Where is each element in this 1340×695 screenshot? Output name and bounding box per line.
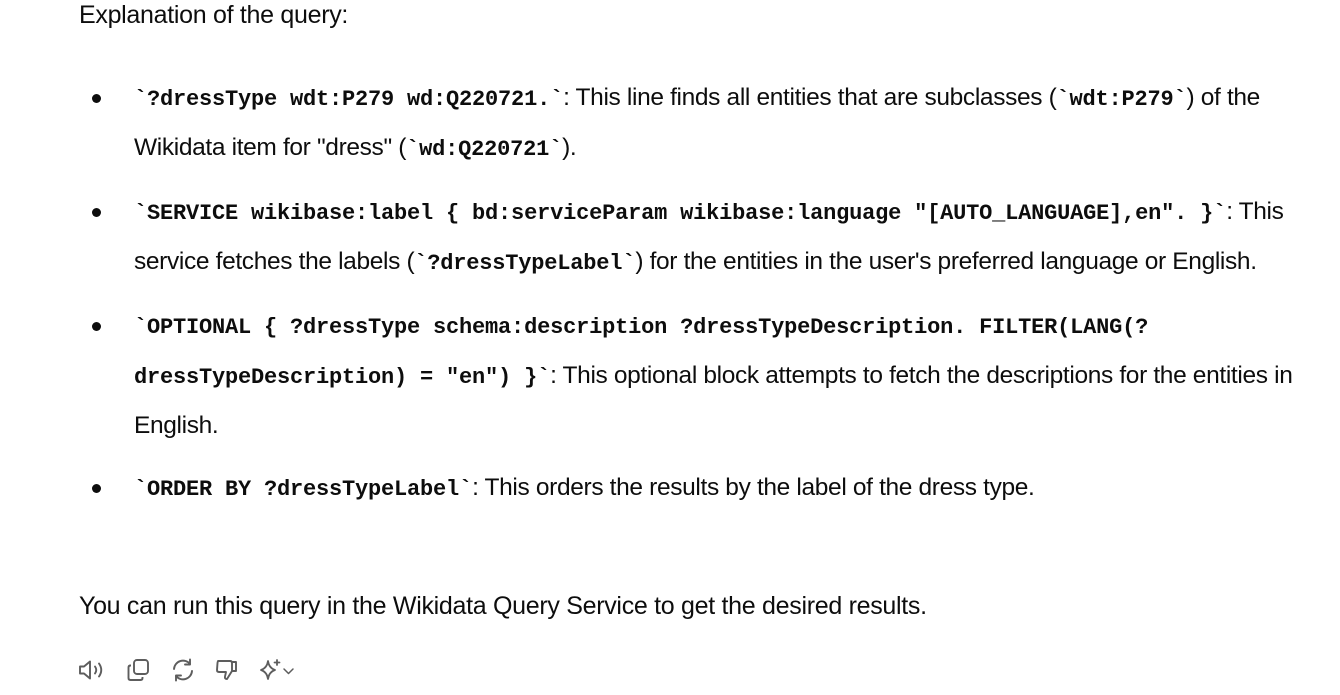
- list-item-text: ) for the entities in the user's preferr…: [635, 248, 1257, 275]
- list-item: `?dressType wdt:P279 wd:Q220721.`: This …: [79, 74, 1319, 174]
- explanation-list: `?dressType wdt:P279 wd:Q220721.`: This …: [79, 74, 1319, 528]
- copy-button[interactable]: [125, 655, 153, 685]
- read-aloud-icon: [79, 660, 103, 680]
- outro-text: You can run this query in the Wikidata Q…: [79, 592, 927, 620]
- bullet-dot: [92, 94, 101, 103]
- read-aloud-button[interactable]: [77, 655, 109, 685]
- copy-icon: [127, 659, 149, 681]
- inline-code: `?dressType wdt:P279 wd:Q220721.`: [134, 87, 564, 112]
- sparkle-model-icon: [260, 659, 294, 680]
- bullet-dot: [92, 322, 101, 331]
- bullet-dot: [92, 484, 101, 493]
- inline-code: `?dressTypeLabel`: [414, 251, 636, 276]
- inline-code: `SERVICE wikibase:label { bd:servicePara…: [134, 201, 1227, 226]
- thumbs-down-button[interactable]: [213, 655, 241, 685]
- thumbs-down-icon: [216, 660, 237, 680]
- bullet-dot: [92, 208, 101, 217]
- regenerate-icon: [173, 658, 193, 682]
- list-item: `OPTIONAL { ?dressType schema:descriptio…: [79, 302, 1319, 450]
- message-actions: [77, 653, 313, 687]
- list-item-text: : This orders the results by the label o…: [472, 474, 1035, 501]
- assistant-message: Explanation of the query: `?dressType wd…: [79, 0, 1319, 620]
- intro-text: Explanation of the query:: [79, 1, 349, 29]
- list-item: `SERVICE wikibase:label { bd:servicePara…: [79, 188, 1319, 288]
- inline-code: `wd:Q220721`: [406, 137, 563, 162]
- model-switch-button[interactable]: [257, 655, 297, 685]
- inline-code: `ORDER BY ?dressTypeLabel`: [134, 477, 473, 502]
- regenerate-button[interactable]: [169, 655, 197, 685]
- inline-code: `wdt:P279`: [1056, 87, 1187, 112]
- list-item: `ORDER BY ?dressTypeLabel`: This orders …: [79, 464, 1319, 514]
- list-item-text: : This line finds all entities that are …: [563, 84, 1057, 111]
- list-item-text: ).: [562, 134, 577, 161]
